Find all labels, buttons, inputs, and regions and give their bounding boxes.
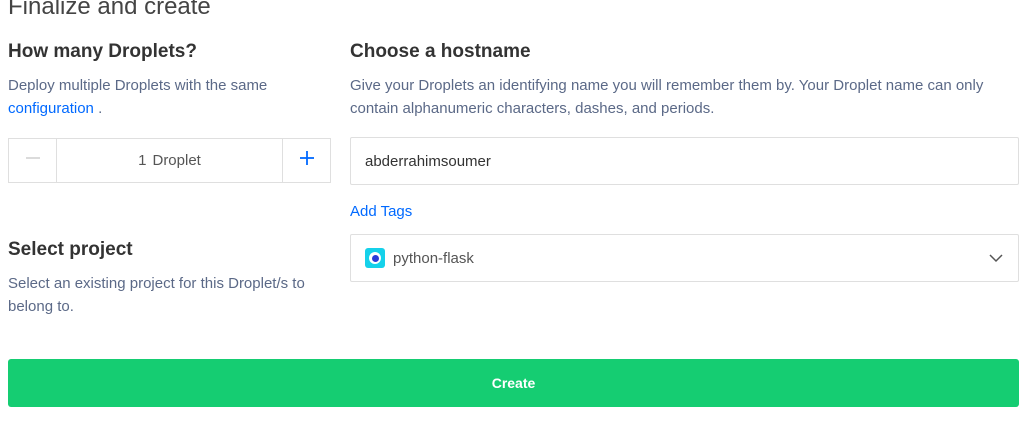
droplet-count: 1 — [138, 152, 147, 169]
select-project-heading: Select project — [8, 239, 133, 260]
hostname-heading: Choose a hostname — [350, 41, 531, 62]
droplet-count-description: Deploy multiple Droplets with the same c… — [8, 74, 328, 120]
plus-icon — [299, 150, 315, 171]
droplet-quantity-stepper: 1 Droplet — [8, 138, 331, 183]
project-select[interactable]: python-flask — [350, 234, 1019, 282]
description-period: . — [98, 100, 103, 117]
decrement-button[interactable] — [9, 139, 57, 182]
droplet-count-description-text: Deploy multiple Droplets with the same — [8, 77, 268, 94]
minus-icon — [25, 150, 41, 171]
droplet-count-heading: How many Droplets? — [8, 41, 197, 62]
configuration-link[interactable]: configuration — [8, 100, 94, 117]
droplet-quantity-value: 1 Droplet — [57, 139, 282, 182]
hostname-input[interactable] — [350, 137, 1019, 185]
selected-project-name: python-flask — [393, 249, 474, 267]
hostname-description: Give your Droplets an identifying name y… — [350, 77, 984, 117]
chevron-down-icon — [988, 250, 1004, 266]
create-button[interactable]: Create — [8, 359, 1019, 407]
add-tags-link[interactable]: Add Tags — [350, 202, 412, 222]
page-title: Finalize and create — [8, 0, 211, 20]
project-icon — [365, 248, 385, 268]
increment-button[interactable] — [282, 139, 330, 182]
droplet-unit-label: Droplet — [152, 152, 201, 169]
select-project-description: Select an existing project for this Drop… — [8, 275, 305, 315]
